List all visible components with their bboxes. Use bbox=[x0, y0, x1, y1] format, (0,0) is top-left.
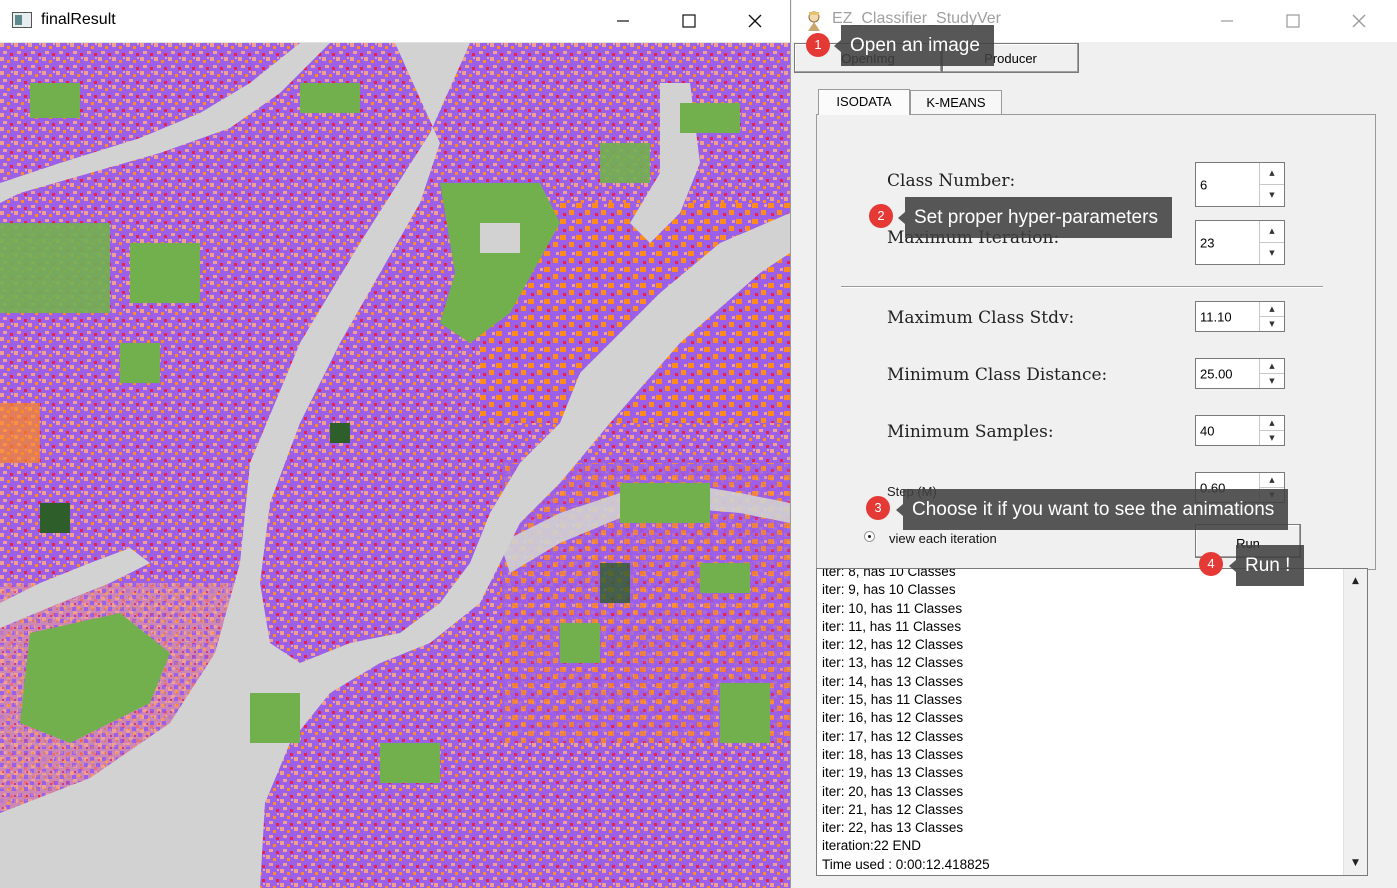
min-class-distance-spinbox[interactable]: 25.00 ▲ ▼ bbox=[1195, 358, 1285, 389]
log-line: iter: 12, has 12 Classes bbox=[822, 637, 964, 653]
min-samples-spinbox[interactable]: 40 ▲ ▼ bbox=[1195, 415, 1285, 446]
log-scrollbar[interactable]: ▲ ▼ bbox=[1343, 569, 1367, 875]
minimize-icon bbox=[1221, 20, 1233, 22]
callout-hyper-parameters: Set proper hyper-parameters bbox=[898, 197, 1172, 238]
callout-badge-4: 4 bbox=[1199, 552, 1223, 576]
ez-classifier-window: EZ_Classifier_StudyVer OpenImg Producer … bbox=[792, 0, 1397, 888]
log-line: Time used : 0:00:12.418825 bbox=[822, 856, 990, 872]
classification-result-image bbox=[0, 43, 790, 888]
log-line: iter: 20, has 13 Classes bbox=[822, 783, 964, 799]
scroll-up-arrow-icon[interactable]: ▲ bbox=[1344, 571, 1367, 591]
min-samples-label: Minimum Samples: bbox=[887, 422, 1054, 442]
minimize-icon bbox=[617, 20, 629, 22]
min-class-distance-label: Minimum Class Distance: bbox=[887, 365, 1108, 385]
max-iteration-value[interactable]: 23 bbox=[1200, 235, 1214, 250]
max-class-stdv-spinbox[interactable]: 11.10 ▲ ▼ bbox=[1195, 301, 1285, 332]
scroll-down-arrow-icon[interactable]: ▼ bbox=[1344, 853, 1367, 873]
log-line: iter: 15, has 11 Classes bbox=[822, 692, 963, 708]
callout-badge-2: 2 bbox=[869, 204, 893, 228]
increment-arrow-icon[interactable]: ▲ bbox=[1260, 416, 1284, 431]
app-icon bbox=[808, 11, 820, 31]
callout-open-image: Open an image bbox=[834, 25, 994, 66]
final-result-window: finalResult bbox=[0, 0, 791, 888]
maximize-icon bbox=[682, 14, 696, 28]
maximize-button[interactable] bbox=[656, 0, 722, 42]
decrement-arrow-icon[interactable]: ▼ bbox=[1260, 185, 1284, 207]
tab-isodata[interactable]: ISODATA bbox=[818, 89, 910, 115]
close-icon bbox=[1352, 14, 1366, 28]
minimize-button[interactable] bbox=[590, 0, 656, 42]
view-each-iteration-label[interactable]: view each iteration bbox=[889, 531, 997, 546]
log-line: iteration:22 END bbox=[822, 838, 922, 854]
callout-animations: Choose it if you want to see the animati… bbox=[895, 489, 1289, 530]
left-titlebar[interactable]: finalResult bbox=[0, 0, 790, 43]
maximize-button[interactable] bbox=[1260, 0, 1326, 42]
increment-arrow-icon[interactable]: ▲ bbox=[1260, 473, 1284, 488]
log-line: iter: 21, has 12 Classes bbox=[822, 801, 964, 817]
decrement-arrow-icon[interactable]: ▼ bbox=[1260, 243, 1284, 265]
classified-map bbox=[0, 43, 790, 888]
class-number-value[interactable]: 6 bbox=[1200, 177, 1207, 192]
log-line: iter: 10, has 11 Classes bbox=[822, 600, 963, 616]
log-line: iter: 22, has 13 Classes bbox=[822, 820, 964, 836]
max-class-stdv-label: Maximum Class Stdv: bbox=[887, 308, 1075, 328]
increment-arrow-icon[interactable]: ▲ bbox=[1260, 163, 1284, 185]
output-log[interactable]: iter: 8, has 10 Classes iter: 9, has 10 C… bbox=[816, 568, 1368, 876]
close-button[interactable] bbox=[1326, 0, 1392, 42]
close-icon bbox=[748, 14, 762, 28]
log-line: iter: 16, has 12 Classes bbox=[822, 710, 964, 726]
parameter-separator bbox=[841, 286, 1323, 288]
decrement-arrow-icon[interactable]: ▼ bbox=[1260, 431, 1284, 446]
decrement-arrow-icon[interactable]: ▼ bbox=[1260, 317, 1284, 332]
increment-arrow-icon[interactable]: ▲ bbox=[1260, 359, 1284, 374]
class-number-spinbox[interactable]: 6 ▲ ▼ bbox=[1195, 162, 1285, 207]
log-line: iter: 17, has 12 Classes bbox=[822, 728, 964, 744]
view-each-iteration-radio[interactable] bbox=[864, 531, 875, 542]
callout-run: Run ! bbox=[1228, 545, 1305, 586]
log-text: iter: 8, has 10 Classes iter: 9, has 10 C… bbox=[822, 569, 1342, 874]
class-number-label: Class Number: bbox=[887, 171, 1016, 191]
left-window-title: finalResult bbox=[41, 11, 116, 28]
log-line: iter: 14, has 13 Classes bbox=[822, 673, 964, 689]
increment-arrow-icon[interactable]: ▲ bbox=[1260, 221, 1284, 243]
minimize-button[interactable] bbox=[1194, 0, 1260, 42]
maximize-icon bbox=[1286, 14, 1300, 28]
callout-badge-1: 1 bbox=[806, 33, 830, 57]
log-line: iter: 13, has 12 Classes bbox=[822, 655, 964, 671]
increment-arrow-icon[interactable]: ▲ bbox=[1260, 302, 1284, 317]
min-samples-value[interactable]: 40 bbox=[1200, 423, 1214, 438]
decrement-arrow-icon[interactable]: ▼ bbox=[1260, 374, 1284, 389]
log-line: iter: 18, has 13 Classes bbox=[822, 746, 964, 762]
min-class-distance-value[interactable]: 25.00 bbox=[1200, 366, 1233, 381]
log-line: iter: 19, has 13 Classes bbox=[822, 765, 964, 781]
tab-kmeans[interactable]: K-MEANS bbox=[910, 90, 1002, 115]
window-icon bbox=[12, 12, 32, 28]
max-class-stdv-value[interactable]: 11.10 bbox=[1200, 309, 1232, 324]
max-iteration-spinbox[interactable]: 23 ▲ ▼ bbox=[1195, 220, 1285, 265]
close-button[interactable] bbox=[722, 0, 788, 42]
log-line: iter: 11, has 11 Classes bbox=[822, 618, 962, 634]
callout-badge-3: 3 bbox=[866, 496, 890, 520]
